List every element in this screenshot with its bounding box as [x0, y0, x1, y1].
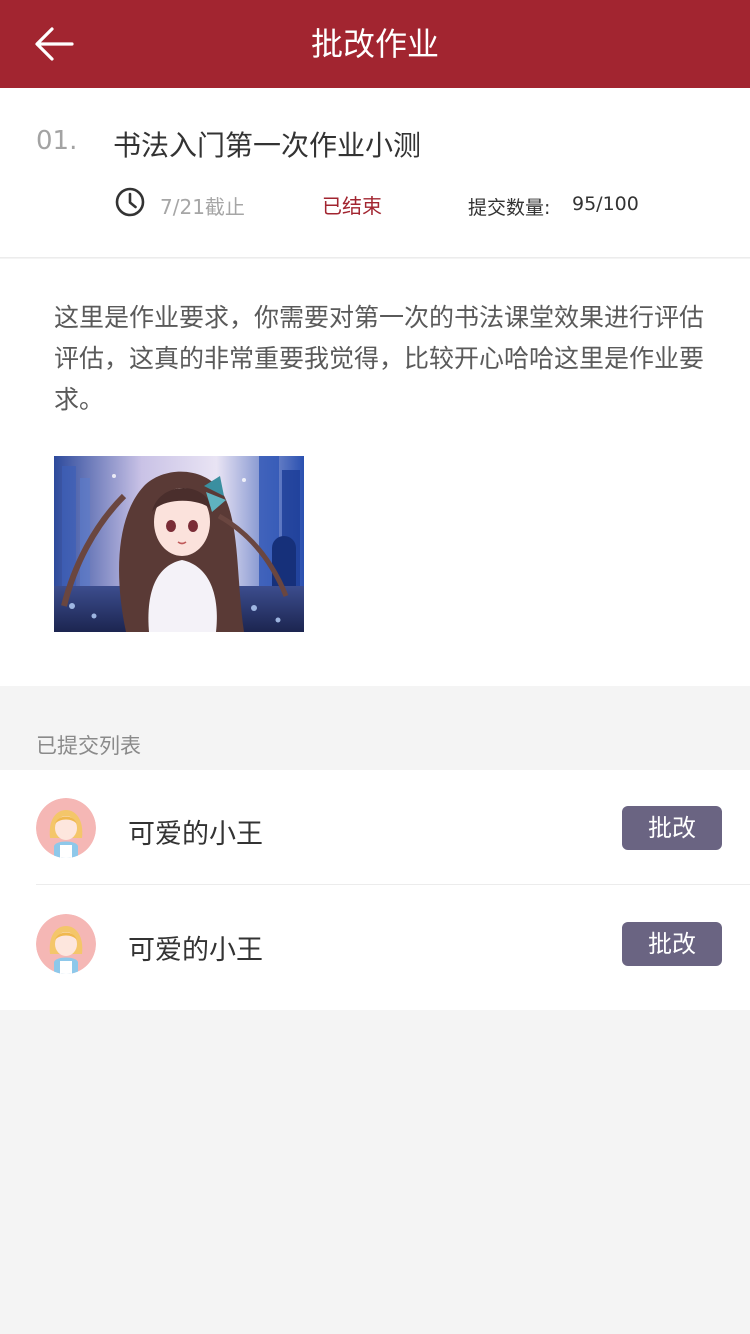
homework-index: 01. — [36, 126, 78, 156]
homework-title: 书法入门第一次作业小测 — [113, 129, 422, 162]
grade-button[interactable]: 批改 — [622, 922, 722, 966]
homework-card: 01. 书法入门第一次作业小测 7/21截止 已结束 提交数量: 95/100 — [0, 88, 750, 258]
clock-icon — [115, 187, 145, 217]
girl-avatar-icon — [36, 798, 96, 858]
student-name: 可爱的小王 — [128, 819, 263, 850]
student-name: 可爱的小王 — [128, 935, 263, 966]
deadline-text: 7/21截止 — [160, 195, 245, 219]
submitted-list-label: 已提交列表 — [36, 734, 141, 758]
anime-girl-illustration — [54, 456, 304, 632]
list-item[interactable]: 可爱的小王 批改 — [0, 770, 750, 888]
requirement-section: 这里是作业要求，你需要对第一次的书法课堂效果进行评估评估，这真的非常重要我觉得，… — [0, 259, 750, 686]
requirement-text: 这里是作业要求，你需要对第一次的书法课堂效果进行评估评估，这真的非常重要我觉得，… — [54, 303, 705, 414]
page: 批改作业 01. 书法入门第一次作业小测 7/21截止 已结束 提交数量: 95… — [0, 0, 750, 1334]
submission-count-value: 95/100 — [572, 193, 639, 215]
submission-count-label: 提交数量: — [468, 197, 551, 219]
top-bar: 批改作业 — [0, 0, 750, 88]
divider — [36, 884, 750, 885]
attachment-image[interactable] — [54, 456, 304, 632]
page-title: 批改作业 — [310, 25, 439, 63]
grade-button[interactable]: 批改 — [622, 806, 722, 850]
status-badge: 已结束 — [322, 194, 382, 218]
list-item[interactable]: 可爱的小王 批改 — [0, 886, 750, 1004]
girl-avatar-icon — [36, 914, 96, 974]
submitted-list: 可爱的小王 批改 可爱的小王 批改 — [0, 770, 750, 1010]
avatar — [36, 798, 96, 858]
avatar — [36, 914, 96, 974]
